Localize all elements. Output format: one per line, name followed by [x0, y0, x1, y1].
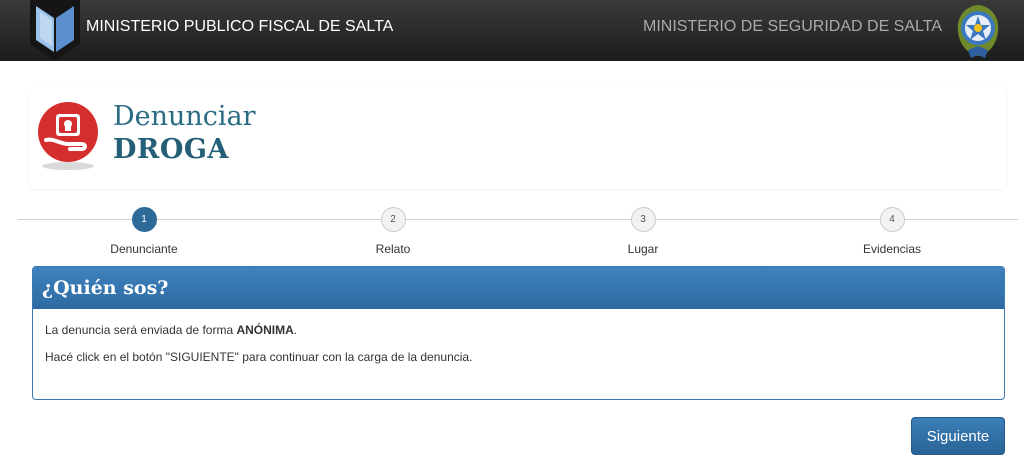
panel-body: La denuncia será enviada de forma ANÓNIM… [33, 309, 1004, 391]
step-number: 3 [630, 207, 656, 232]
page-title-action: Denunciar [113, 101, 256, 132]
panel-heading: ¿Quién sos? [33, 267, 1004, 309]
mpf-logo[interactable] [30, 0, 80, 61]
anonymous-notice-suffix: . [293, 323, 298, 337]
wizard-stepper: 1 Denunciante 2 Relato 3 Lugar 4 Evidenc… [18, 204, 1018, 260]
step-label: Lugar [627, 242, 659, 256]
step-number: 4 [879, 207, 905, 232]
step-number: 1 [131, 207, 157, 232]
report-header-card: Denunciar DROGA [30, 87, 1006, 189]
step-evidencias[interactable]: 4 Evidencias [822, 204, 962, 256]
step-denunciante[interactable]: 1 Denunciante [74, 204, 214, 256]
continue-instructions: Hacé click en el botón "SIGUIENTE" para … [45, 350, 473, 364]
step-label: Evidencias [862, 242, 922, 256]
anonymous-notice: La denuncia será enviada de forma ANÓNIM… [45, 323, 992, 337]
step-relato[interactable]: 2 Relato [323, 204, 463, 256]
step-number: 2 [380, 207, 406, 232]
panel-title: ¿Quién sos? [42, 277, 169, 299]
who-are-you-panel: ¿Quién sos? La denuncia será enviada de … [32, 266, 1005, 400]
top-navbar: MINISTERIO PUBLICO FISCAL DE SALTA MINIS… [0, 0, 1024, 61]
mpf-title[interactable]: MINISTERIO PUBLICO FISCAL DE SALTA [86, 18, 393, 36]
drug-report-badge-icon [38, 102, 98, 170]
step-label: Denunciante [110, 242, 178, 256]
shield-logo-icon [30, 0, 80, 61]
anonymous-notice-emphasis: ANÓNIMA [236, 323, 294, 337]
seguridad-title[interactable]: MINISTERIO DE SEGURIDAD DE SALTA [643, 18, 942, 36]
page-title-category: DROGA [113, 134, 229, 165]
next-button[interactable]: Siguiente [911, 417, 1005, 455]
step-lugar[interactable]: 3 Lugar [573, 204, 713, 256]
provincial-seal-icon [957, 5, 999, 58]
step-label: Relato [375, 242, 411, 256]
anonymous-notice-prefix: La denuncia será enviada de forma [45, 323, 237, 337]
